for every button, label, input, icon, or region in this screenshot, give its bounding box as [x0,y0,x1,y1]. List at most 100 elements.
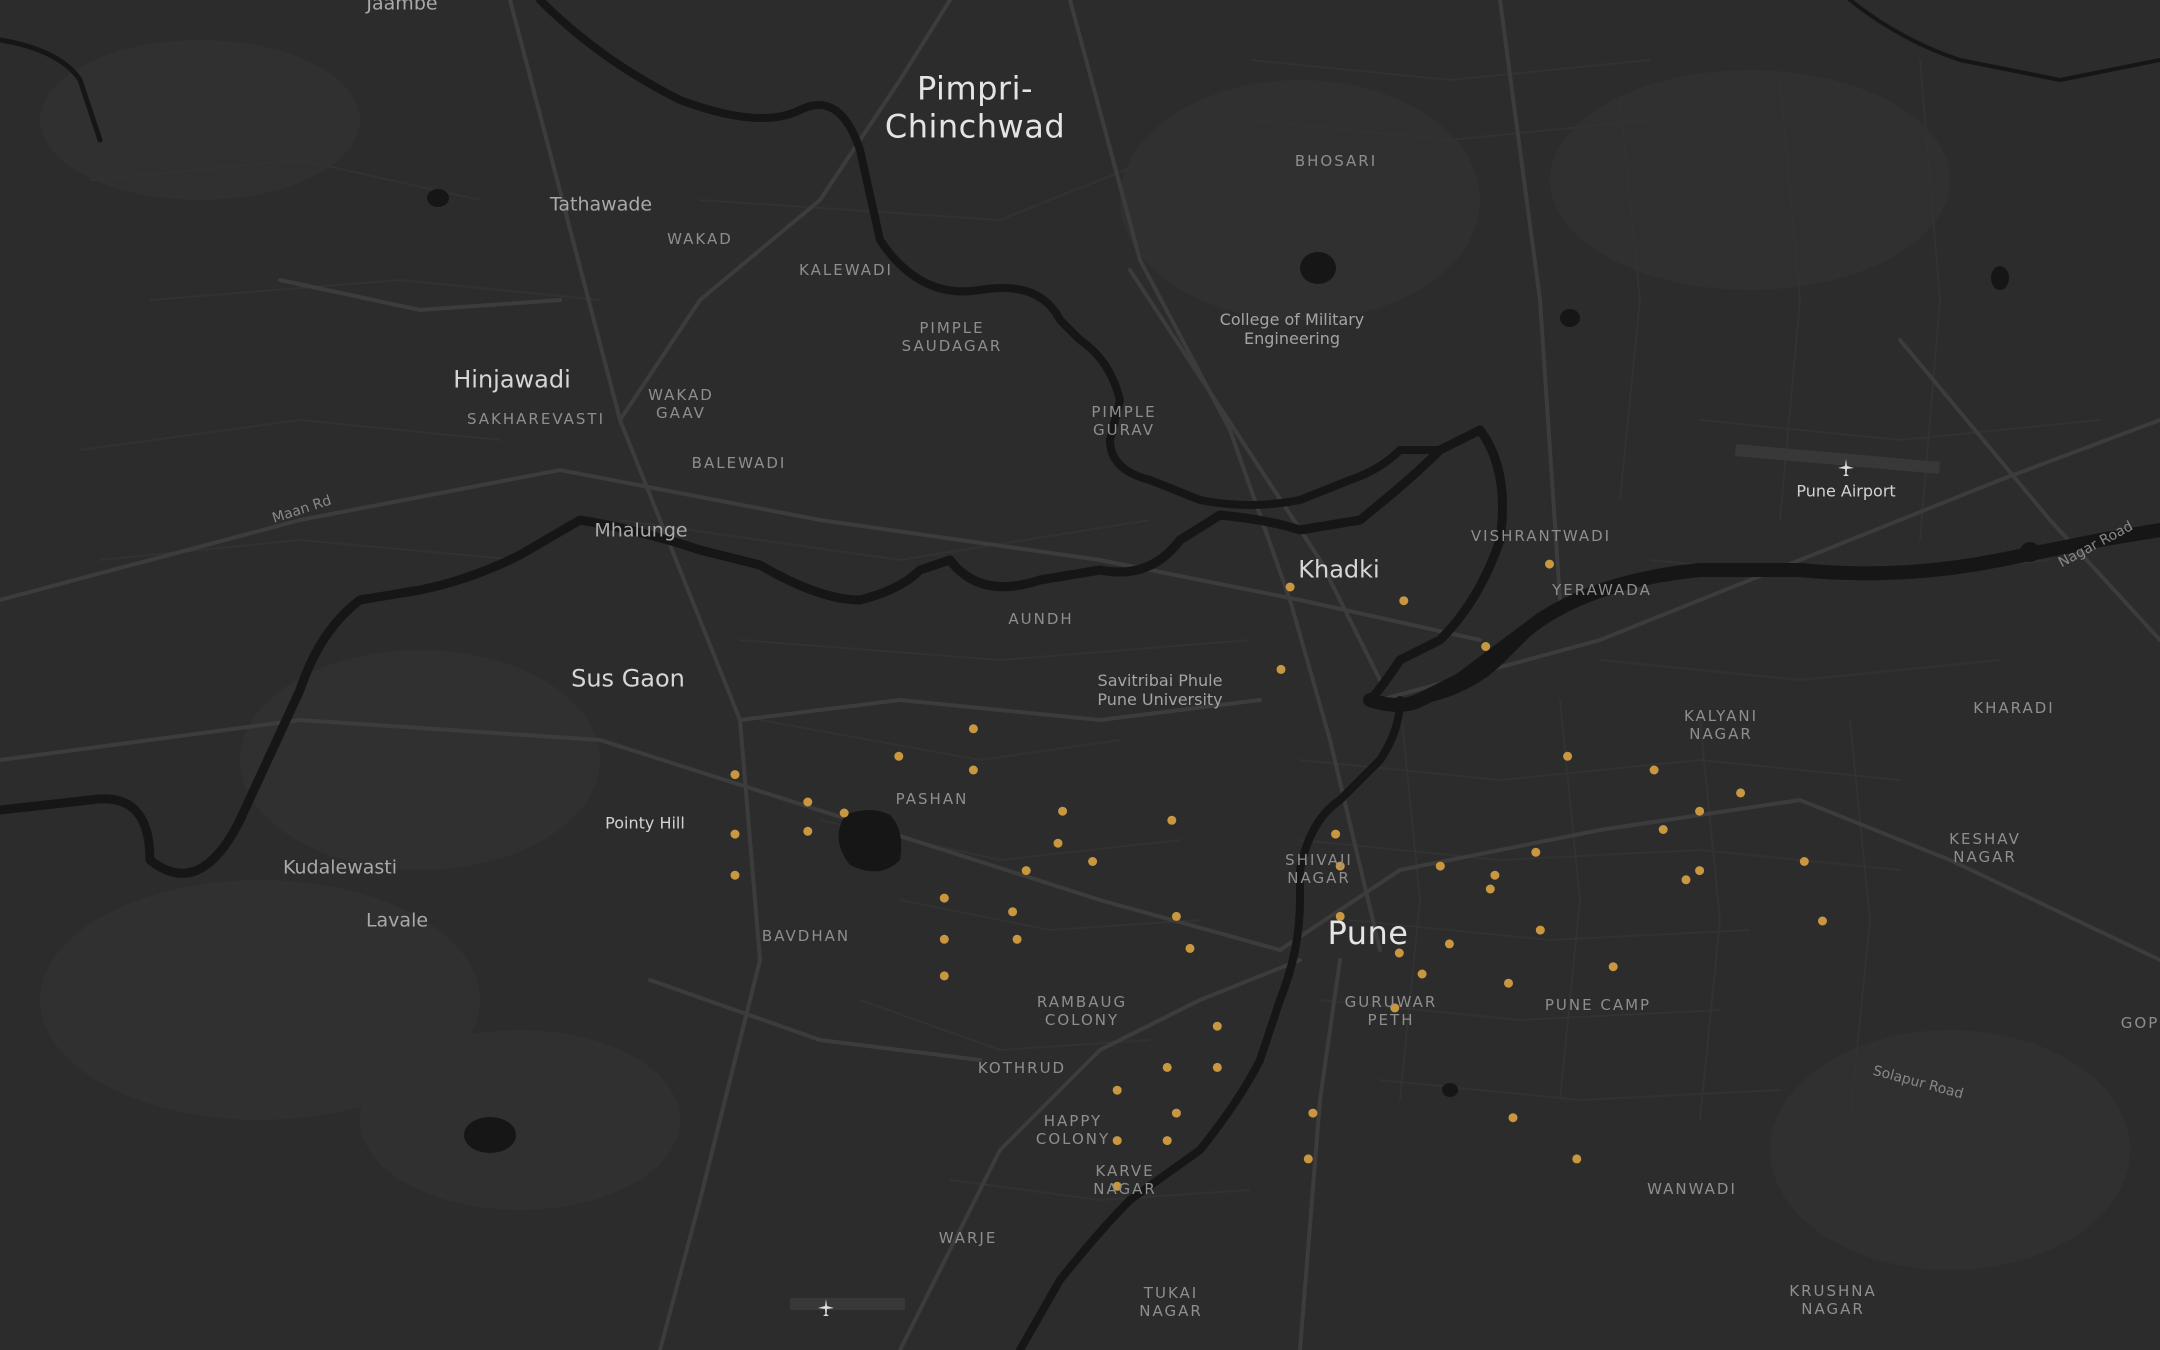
place-label-pimple-gurav: PIMPLE GURAV [1091,403,1156,439]
map-marker[interactable] [1799,857,1809,866]
map-marker[interactable] [1276,664,1286,674]
place-label-pune-camp: PUNE CAMP [1544,996,1652,1014]
map-marker[interactable] [1508,1113,1518,1123]
place-label-sus-gaon: Sus Gaon [571,664,685,693]
map-marker[interactable] [1212,1062,1222,1072]
place-label-wakad: WAKAD [667,230,733,248]
map-marker[interactable] [730,770,740,780]
map-marker[interactable] [1171,911,1181,921]
place-label-yerawada: YERAWADA [1552,581,1652,599]
map-marker[interactable] [1485,884,1495,894]
map-marker[interactable] [1545,559,1554,569]
map-marker[interactable] [1681,875,1691,885]
map-marker[interactable] [1504,978,1513,988]
map-marker[interactable] [1572,1154,1582,1164]
map-marker[interactable] [939,934,949,944]
place-label-line: NAGAR [1689,725,1753,743]
place-label-kalewadi: KALEWADI [799,261,893,279]
map-marker[interactable] [1167,815,1177,825]
place-label-vishrantwadi: VISHRANTWADI [1470,527,1612,545]
place-label-kharadi: KHARADI [1973,699,2055,717]
map-marker[interactable] [1818,916,1827,926]
map-marker[interactable] [1112,1085,1122,1095]
place-label-line: NAGAR [1801,1300,1865,1318]
map-canvas[interactable]: Jaambe Pimpri- Chinchwad BHOSARI Tathawa… [0,0,2160,1350]
place-label-tukai-nagar: TUKAI NAGAR [1139,1284,1203,1320]
place-label-line: College of Military [1219,309,1365,329]
map-marker[interactable] [1185,943,1195,953]
map-marker[interactable] [1444,939,1454,949]
place-label-line: NAGAR [1953,848,2017,866]
place-label-line: KESHAV [1949,830,2021,848]
map-marker[interactable] [1331,829,1341,839]
place-label-line: Engineering [1244,329,1340,348]
map-marker[interactable] [1481,642,1491,651]
airplane-icon [818,1299,834,1316]
place-label-line: Pune University [1097,690,1223,709]
map-marker[interactable] [1563,751,1573,761]
map-marker[interactable] [1308,1108,1318,1118]
place-label-mhalunge: Mhalunge [594,519,688,542]
place-label-line: WAKAD [648,386,714,404]
map-marker[interactable] [968,724,978,734]
place-label-line: Savitribai Phule [1097,670,1223,690]
place-label-karve-nagar: KARVE NAGAR [1093,1162,1157,1198]
map-marker[interactable] [1535,925,1545,935]
place-label-wakad-gaav: WAKAD GAAV [648,386,714,422]
place-label-pimpri-chinchwad: Pimpri- Chinchwad [885,70,1065,147]
place-label-kothrud: KOTHRUD [977,1059,1067,1077]
map-marker[interactable] [839,808,849,818]
map-marker[interactable] [1162,1062,1172,1072]
map-marker[interactable] [1649,765,1659,775]
map-marker[interactable] [1058,806,1068,816]
place-label-balewadi: BALEWADI [691,454,787,472]
map-marker[interactable] [1088,857,1098,866]
map-marker[interactable] [1417,969,1427,979]
airplane-icon [1838,459,1854,476]
place-label-hinjawadi: Hinjawadi [453,365,571,394]
place-label-keshav-nagar: KESHAV NAGAR [1949,830,2021,866]
map-marker[interactable] [1608,962,1618,972]
map-marker[interactable] [939,893,949,903]
poi-label-pune-airport: Pune Airport [1796,481,1896,501]
map-marker[interactable] [1531,847,1541,857]
map-marker[interactable] [1658,825,1668,834]
place-label-tathawade: Tathawade [549,193,653,216]
place-label-line: KARVE [1095,1162,1155,1180]
place-label-line: COLONY [1035,1130,1111,1148]
map-marker[interactable] [1171,1108,1181,1118]
place-label-shivaji-nagar: SHIVAJI NAGAR [1285,851,1353,887]
place-label-line: PETH [1367,1011,1415,1029]
map-marker[interactable] [1399,596,1409,606]
map-marker[interactable] [1695,806,1705,816]
map-marker[interactable] [1285,582,1295,592]
map-marker[interactable] [894,751,904,761]
place-label-aundh: AUNDH [1008,610,1074,628]
map-marker[interactable] [1008,907,1018,917]
place-label-lavale: Lavale [365,909,429,932]
map-marker[interactable] [1435,861,1445,871]
place-label-happy-colony: HAPPY COLONY [1036,1112,1110,1148]
map-marker[interactable] [1012,934,1022,944]
map-marker[interactable] [1021,866,1031,876]
place-label-line: COLONY [1044,1011,1120,1029]
map-marker[interactable] [803,826,813,836]
place-label-line: SAUDAGAR [901,337,1003,355]
poi-label-pointy-hill: Pointy Hill [605,813,685,833]
place-label-bhosari: BHOSARI [1294,152,1378,170]
map-marker[interactable] [1303,1154,1313,1164]
map-marker[interactable] [1053,838,1063,848]
map-marker[interactable] [1736,788,1746,798]
place-label-gop: GOP [2120,1014,2160,1032]
map-marker[interactable] [1695,866,1705,876]
map-marker[interactable] [1490,870,1500,880]
map-marker[interactable] [939,971,949,981]
map-marker[interactable] [730,829,740,839]
map-marker[interactable] [1212,1021,1222,1031]
map-marker[interactable] [803,797,813,807]
map-marker[interactable] [730,870,740,880]
place-label-kudalewasti: Kudalewasti [282,856,398,879]
map-marker[interactable] [1112,1136,1122,1146]
map-marker[interactable] [968,765,978,775]
map-marker[interactable] [1162,1136,1172,1146]
